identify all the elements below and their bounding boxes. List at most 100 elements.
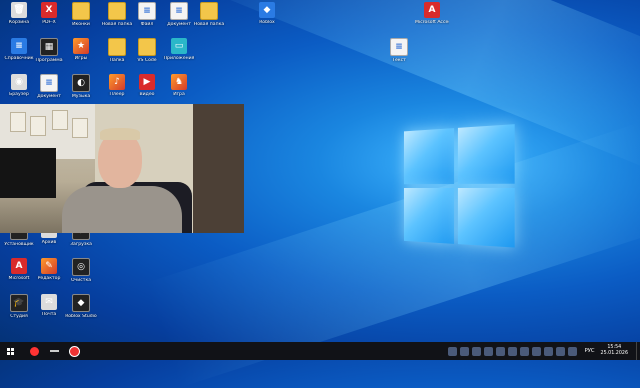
desktop-icon-glyph: ▦: [40, 38, 58, 56]
desktop-icon[interactable]: ◉ Браузер: [2, 74, 36, 97]
desktop-icon-label: Файл: [140, 22, 154, 27]
desktop-icon[interactable]: Иконки: [64, 2, 98, 27]
desktop-icon-glyph: ◐: [72, 74, 90, 92]
desktop-icon-glyph: ≡: [170, 2, 188, 20]
desktop-icon-label: Корзина: [8, 20, 30, 25]
desktop-icon-label: Загрузка: [70, 242, 92, 247]
desktop-icon-label: Редактор: [37, 276, 61, 281]
desktop-icon-glyph: ◉: [11, 74, 27, 90]
desktop-icon[interactable]: ≡ Документ: [162, 2, 196, 27]
desktop-icon-glyph: ≡: [40, 74, 58, 92]
desktop-icon[interactable]: ◆ Roblox: [250, 2, 284, 25]
desktop-icon-label: Roblox: [259, 20, 275, 25]
desktop-icon-label: VS Code: [137, 58, 157, 63]
desktop-icon-label: Установщик: [4, 242, 34, 247]
webcam-overlay: [0, 104, 244, 233]
taskbar: РУС 15:54 25.01.2026: [0, 342, 640, 360]
desktop-icon[interactable]: A Microsoft Access: [415, 2, 449, 25]
desktop-icon-glyph: ◆: [259, 2, 275, 18]
desktop-icon-glyph: [72, 2, 90, 20]
desktop-icon-glyph: A: [424, 2, 440, 18]
system-tray: РУС 15:54 25.01.2026: [447, 342, 640, 360]
desktop-icon-glyph: 🗑: [11, 2, 27, 18]
desktop-icon-label: Почта: [41, 312, 57, 317]
desktop-icon[interactable]: ▭ Приложения: [162, 38, 196, 61]
desktop-icon-label: Очистка: [70, 278, 92, 283]
desktop-icon[interactable]: ◐ Музыка: [64, 74, 98, 99]
desktop-icon[interactable]: A Microsoft: [2, 258, 36, 281]
desktop-icon-glyph: ♞: [171, 74, 187, 90]
desktop-icon-glyph: [108, 2, 126, 20]
desktop-icon[interactable]: 🗑 Корзина: [2, 2, 36, 25]
desktop-icon-label: Музыка: [71, 94, 91, 99]
desktop-icon-label: Игра: [173, 92, 185, 97]
desktop-icon[interactable]: ≡ Справочник: [2, 38, 36, 61]
desktop-icon-glyph: ▶: [139, 74, 155, 90]
desktop-icon-label: Папка: [109, 58, 125, 63]
tray-icon-6[interactable]: [508, 346, 518, 356]
battery-icon[interactable]: [568, 346, 578, 356]
recorder-app-icon[interactable]: [64, 342, 84, 360]
desktop-icon-label: Документ: [167, 22, 191, 27]
desktop-icon-label: Видео: [139, 92, 155, 97]
desktop-icon-label: Игры: [74, 56, 88, 61]
desktop-icon-glyph: A: [11, 258, 27, 274]
desktop-icon[interactable]: ≡ Файл: [130, 2, 164, 27]
desktop-icon[interactable]: ≡ Текст: [382, 38, 416, 63]
desktop-icon[interactable]: Новая папка: [192, 2, 226, 27]
desktop-icon[interactable]: ✉ Почта: [32, 294, 66, 317]
desktop-icon-label: Microsoft: [8, 276, 30, 281]
desktop-icon[interactable]: ♪ Плеер: [100, 74, 134, 97]
desktop-icon[interactable]: Папка: [100, 38, 134, 63]
desktop-icon[interactable]: ✎ Редактор: [32, 258, 66, 281]
desktop-icon[interactable]: ▶ Видео: [130, 74, 164, 97]
desktop-icon-glyph: X: [41, 2, 57, 18]
tray-icon-7[interactable]: [520, 346, 530, 356]
desktop-icon[interactable]: ≡ Документ: [32, 74, 66, 99]
desktop-icon-label: Microsoft Access: [415, 20, 449, 25]
desktop-icon-label: Иконки: [72, 22, 90, 27]
desktop-icon[interactable]: ◆ Roblox Studio: [64, 294, 98, 319]
desktop-icon-glyph: ≡: [138, 2, 156, 20]
desktop-icon-glyph: ♪: [109, 74, 125, 90]
tray-icon-1[interactable]: [448, 346, 458, 356]
desktop-icon-label: Roblox Studio: [65, 314, 97, 319]
desktop-icon[interactable]: VS Code: [130, 38, 164, 63]
start-button[interactable]: [0, 342, 20, 360]
tray-icon-8[interactable]: [532, 346, 542, 356]
desktop-icon-glyph: ≡: [390, 38, 408, 56]
windows-logo-wallpaper: [403, 124, 515, 252]
tv-screen: [0, 148, 56, 198]
desktop-icon-glyph: ◎: [72, 258, 90, 276]
tray-icon-5[interactable]: [496, 346, 506, 356]
tray-icon-3[interactable]: [472, 346, 482, 356]
desktop-icon-label: Браузер: [9, 92, 29, 97]
desktop-icon-glyph: ★: [73, 38, 89, 54]
desktop-icon[interactable]: ★ Игры: [64, 38, 98, 61]
task-view-icon[interactable]: [44, 342, 64, 360]
yandex-browser-icon[interactable]: [24, 342, 44, 360]
desktop-icon-label: Текст: [392, 58, 406, 63]
desktop-icon[interactable]: ▦ Программа: [32, 38, 66, 63]
wifi-icon[interactable]: [544, 346, 554, 356]
desktop-icon-label: Новая папка: [193, 22, 225, 27]
tray-icon-2[interactable]: [460, 346, 470, 356]
desktop-icon[interactable]: X PDF-X: [32, 2, 66, 25]
tray-icon-4[interactable]: [484, 346, 494, 356]
desktop-icon-glyph: ≡: [11, 38, 27, 54]
desktop-icon[interactable]: ♞ Игра: [162, 74, 196, 97]
desktop-icon-glyph: [138, 38, 156, 56]
desktop-icon-glyph: ✉: [41, 294, 57, 310]
desktop-icon-glyph: 🎓: [10, 294, 28, 312]
desktop-icon[interactable]: 🎓 Студия: [2, 294, 36, 319]
language-indicator[interactable]: РУС: [585, 348, 595, 354]
desktop-icon[interactable]: Новая папка: [100, 2, 134, 27]
desktop-icon-label: Программа: [35, 58, 63, 63]
clock[interactable]: 15:54 25.01.2026: [601, 345, 628, 357]
desktop-icon-glyph: ◆: [72, 294, 90, 312]
desktop-icon-glyph: [108, 38, 126, 56]
desktop-icon[interactable]: ◎ Очистка: [64, 258, 98, 283]
show-desktop-button[interactable]: [636, 342, 640, 360]
clock-date: 25.01.2026: [600, 351, 628, 356]
volume-icon[interactable]: [556, 346, 566, 356]
